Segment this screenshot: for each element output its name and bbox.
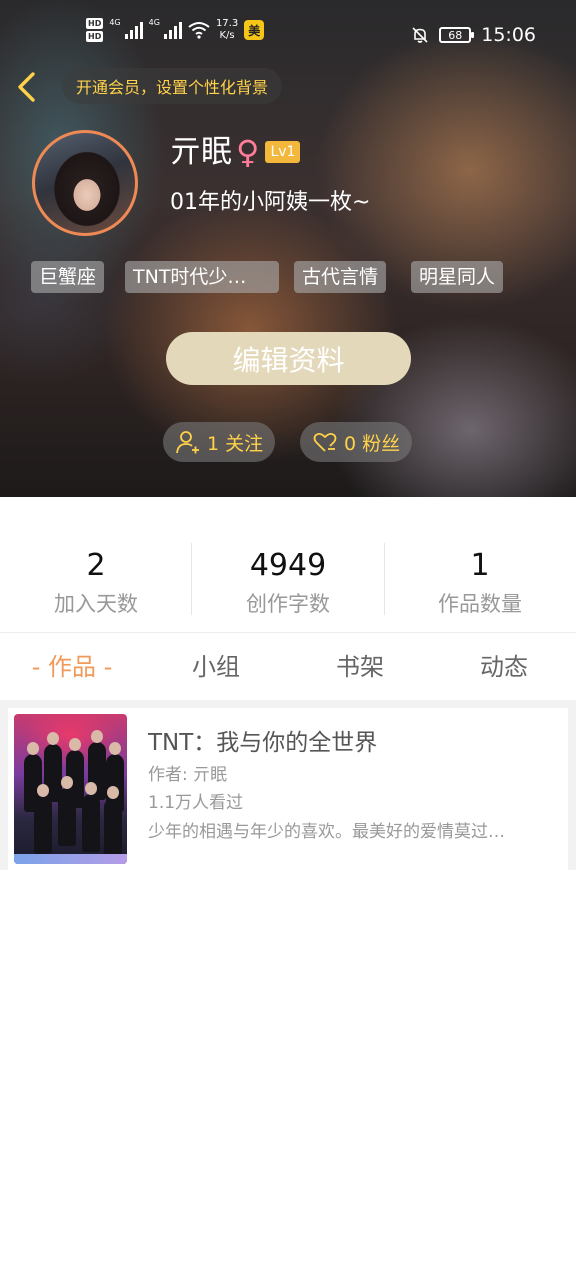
stat-label: 创作字数: [246, 592, 330, 616]
cover-figure: [104, 786, 122, 856]
wifi-icon: [188, 22, 210, 39]
work-card[interactable]: TNT：我与你的全世界 作者: 亓眠 1.1万人看过 少年的相遇与年少的喜欢。最…: [8, 708, 568, 870]
stat-works-count: 1 作品数量: [384, 545, 576, 619]
work-description: 少年的相遇与年少的喜欢。最美好的爱情莫过…: [148, 822, 505, 842]
user-add-icon: [176, 431, 199, 454]
stat-word-count: 4949 创作字数: [192, 545, 384, 619]
network-type-1: 4G: [109, 18, 121, 27]
status-left: HD HD 4G 4G 17.3 K/s 美: [86, 18, 265, 42]
cover-figure: [34, 784, 52, 854]
cover-bottom-strip: [14, 854, 127, 864]
tab-bookshelf[interactable]: 书架: [288, 634, 432, 700]
work-author: 作者: 亓眠: [148, 765, 228, 785]
female-gender-icon: ♀: [236, 133, 260, 171]
hd-indicator: HD HD: [86, 18, 104, 42]
hd-badge-1: HD: [86, 18, 104, 29]
tag-item[interactable]: 古代言情: [294, 261, 387, 293]
speed-value: 17.3: [215, 18, 239, 29]
battery-icon: 68: [439, 27, 475, 43]
followers-count: 0 粉丝: [344, 432, 401, 455]
signal-icon-2: [163, 21, 182, 39]
speed-unit: K/s: [219, 30, 235, 41]
stat-join-days: 2 加入天数: [0, 545, 192, 619]
username-row: 亓眠 ♀ Lv1: [170, 130, 301, 174]
username: 亓眠: [170, 134, 232, 170]
back-arrow-icon[interactable]: [14, 70, 40, 104]
tab-groups[interactable]: 小组: [144, 634, 288, 700]
followers-button[interactable]: 0 粉丝: [300, 422, 413, 462]
stat-label: 加入天数: [54, 592, 138, 616]
clock: 15:06: [481, 24, 536, 46]
tag-item[interactable]: 巨蟹座: [31, 261, 105, 293]
level-badge: Lv1: [265, 141, 301, 163]
bell-off-icon: [412, 27, 428, 43]
status-bar: HD HD 4G 4G 17.3 K/s 美 68 15:06: [0, 0, 576, 58]
stat-value: 1: [470, 548, 490, 583]
profile-header: HD HD 4G 4G 17.3 K/s 美 68 15:06 开通会员，设置个…: [0, 0, 576, 497]
stats-bar: 2 加入天数 4949 创作字数 1 作品数量: [0, 497, 576, 633]
tag-item[interactable]: 明星同人: [411, 261, 504, 293]
tab-activity[interactable]: 动态: [432, 634, 576, 700]
network-type-2: 4G: [148, 18, 160, 27]
cover-figure: [82, 782, 100, 852]
signal-icon: [124, 21, 143, 39]
stat-value: 4949: [249, 548, 327, 583]
work-cover-image[interactable]: [14, 714, 127, 864]
stat-value: 2: [86, 548, 106, 583]
cover-figure: [58, 776, 76, 846]
work-title[interactable]: TNT：我与你的全世界: [148, 726, 377, 760]
profile-tabs: - 作品 - 小组 书架 动态: [0, 634, 576, 700]
tab-works[interactable]: - 作品 -: [0, 634, 144, 700]
tag-item[interactable]: TNT时代少…: [125, 261, 279, 293]
edit-profile-button[interactable]: 编辑资料: [166, 332, 411, 385]
user-bio: 01年的小阿姨一枚~: [170, 190, 371, 215]
network-speed: 17.3 K/s: [216, 18, 238, 42]
following-count: 1 关注: [207, 432, 264, 455]
heart-icon: [313, 432, 337, 452]
vip-background-prompt[interactable]: 开通会员，设置个性化背景: [62, 68, 283, 104]
works-list: TNT：我与你的全世界 作者: 亓眠 1.1万人看过 少年的相遇与年少的喜欢。最…: [0, 700, 576, 870]
hd-badge-2: HD: [86, 31, 104, 42]
following-button[interactable]: 1 关注: [163, 422, 276, 462]
app-notification-icon: 美: [244, 20, 265, 40]
status-right: 68 15:06: [411, 24, 536, 46]
work-views: 1.1万人看过: [148, 793, 244, 813]
stat-label: 作品数量: [438, 592, 522, 616]
avatar[interactable]: [32, 130, 138, 236]
